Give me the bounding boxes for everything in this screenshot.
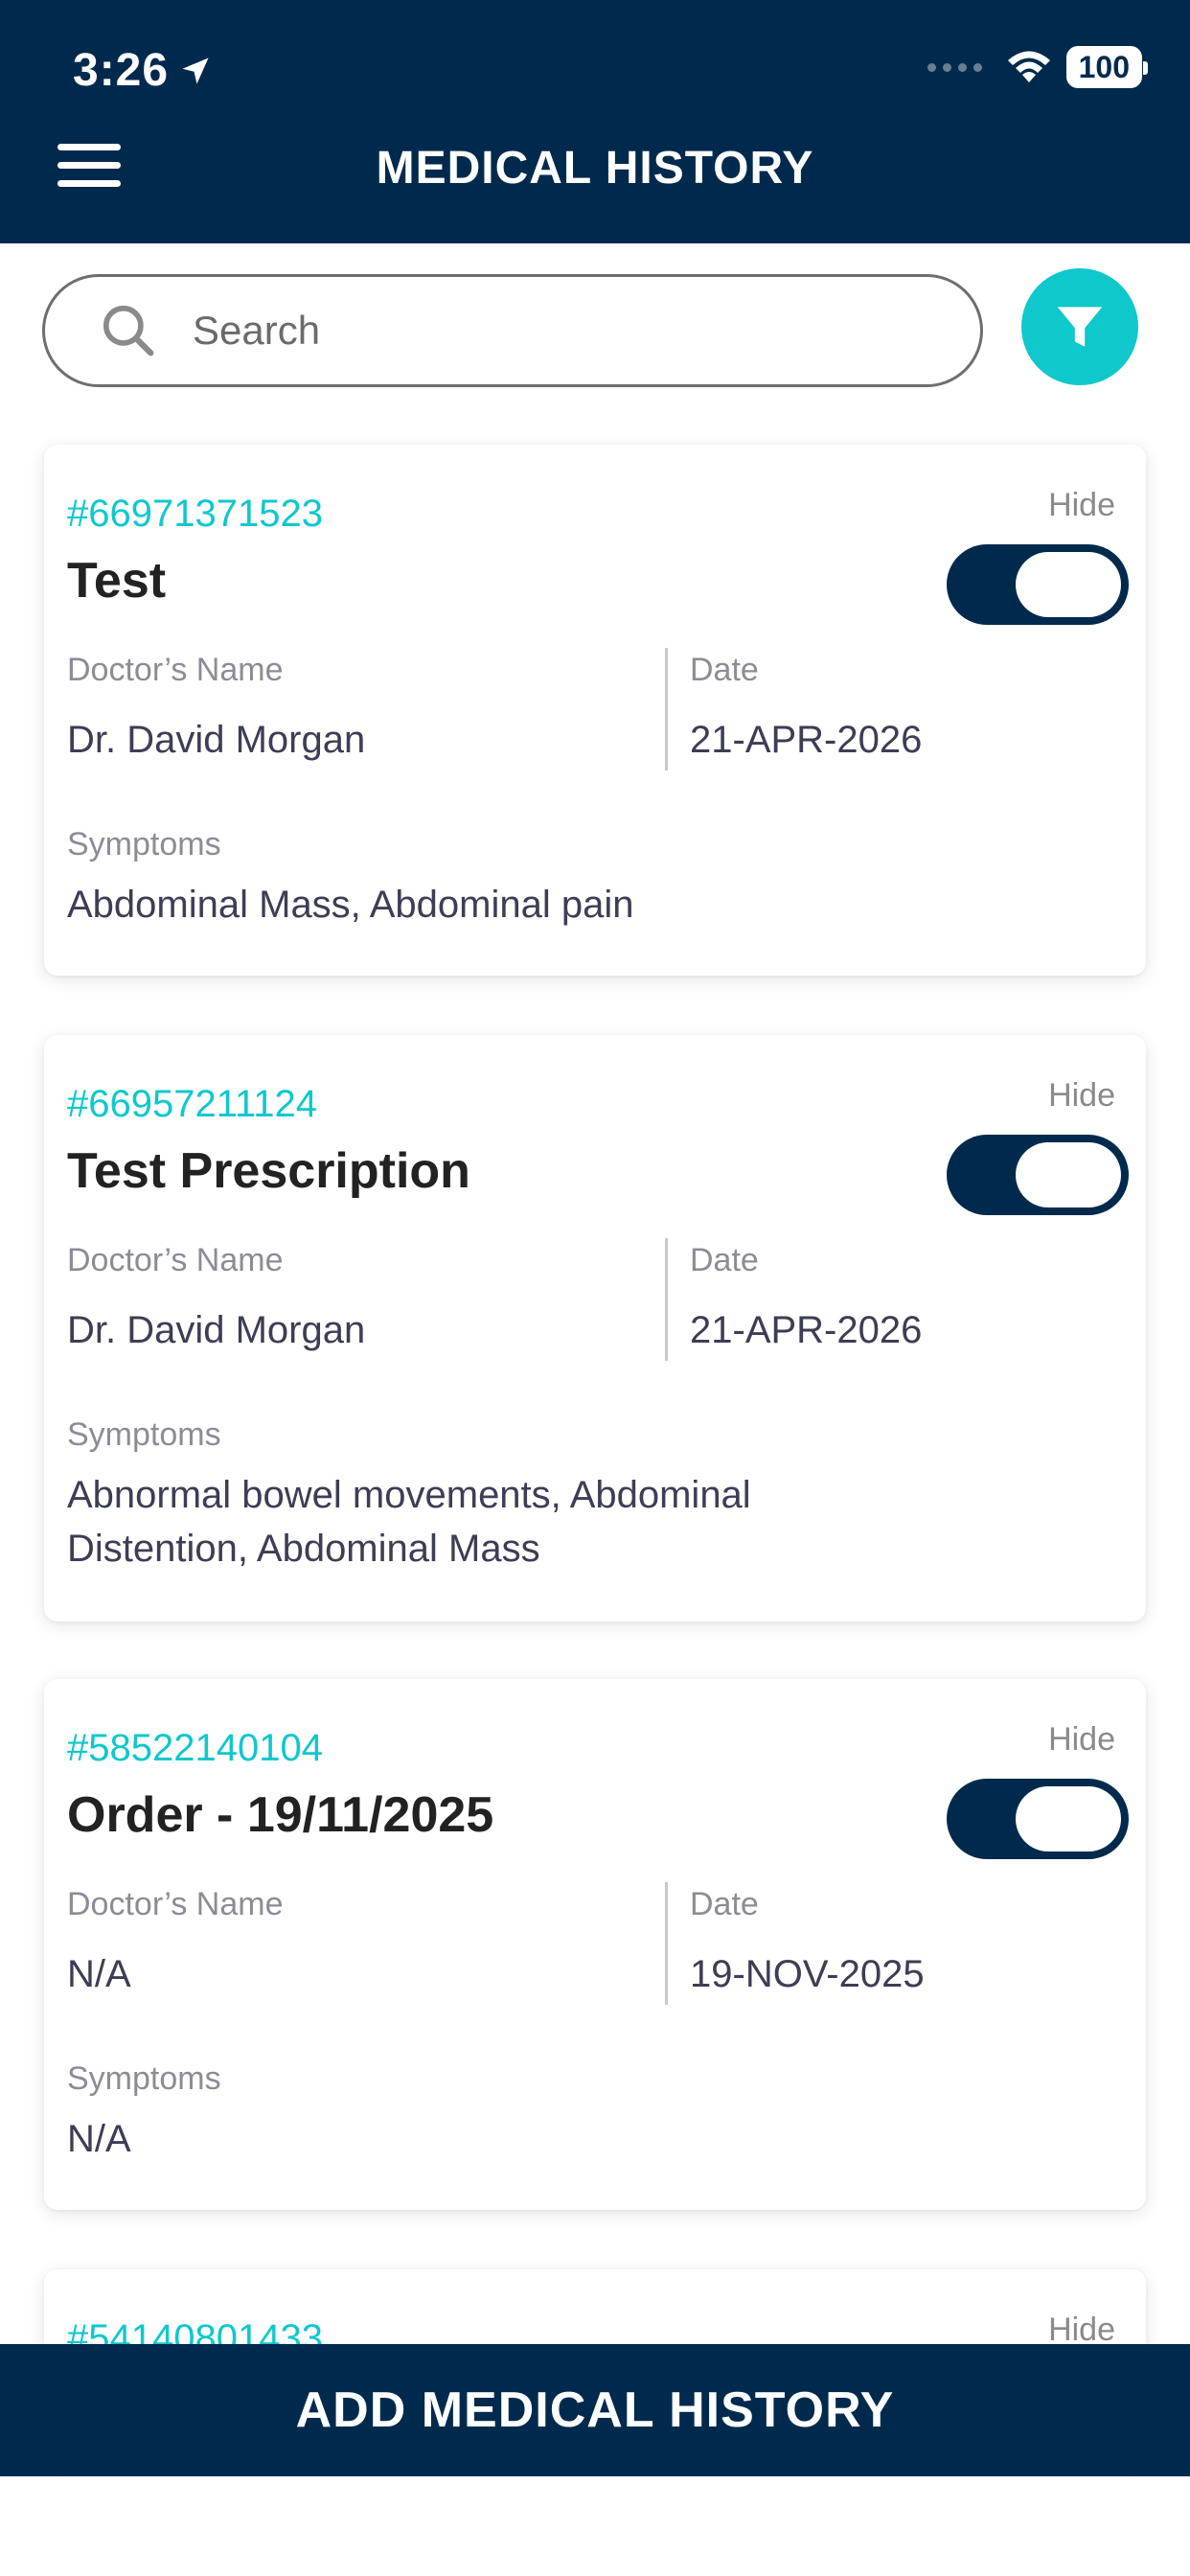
record-date: 21-APR-2026 [690,1309,923,1351]
doctor-name: N/A [67,1953,131,1995]
column-divider [665,1238,668,1361]
status-time-text: 3:26 [73,45,170,96]
date-label: Date [690,1242,759,1278]
add-medical-history-button[interactable]: ADD MEDICAL HISTORY [0,2344,1190,2476]
signal-dots-icon [927,62,982,72]
record-date: 21-APR-2026 [690,719,923,761]
doctor-label: Doctor’s Name [67,652,284,688]
hide-toggle[interactable] [947,544,1129,625]
app-header: 3:26 100 MEDICAL HISTORY [0,0,1190,243]
medical-record-card[interactable]: #58522140104 Order - 19/11/2025 Hide Doc… [44,1679,1146,2210]
status-indicators: 100 [927,46,1149,88]
record-id: #66971371523 [67,493,323,535]
search-bar[interactable] [42,274,983,387]
date-label: Date [690,652,759,688]
medical-record-card[interactable]: #66957211124 Test Prescription Hide Doct… [44,1035,1146,1622]
medical-record-card[interactable]: #66971371523 Test Hide Doctor’s Name Dr.… [44,445,1146,976]
battery-level: 100 [1078,50,1130,84]
symptoms-value: Abnormal bowel movements, Abdominal Dist… [67,1474,751,1570]
location-arrow-icon [182,58,209,83]
hide-label: Hide [1048,487,1115,523]
symptoms-value: Abdominal Mass, Abdominal pain [67,884,634,926]
toggle-knob [1016,1142,1121,1208]
doctor-name: Dr. David Morgan [67,719,366,761]
date-label: Date [690,1886,759,1922]
symptoms-label: Symptoms [67,826,221,862]
column-divider [665,1882,668,2005]
search-icon [103,305,154,356]
hide-toggle[interactable] [947,1135,1129,1215]
filter-icon [1057,307,1103,347]
symptoms-value: N/A [67,2118,131,2160]
wifi-icon [1007,51,1050,82]
record-title: Test [67,553,167,609]
toggle-knob [1016,552,1121,617]
record-date: 19-NOV-2025 [690,1953,925,1995]
record-title: Test Prescription [67,1143,470,1199]
record-title: Order - 19/11/2025 [67,1787,494,1843]
toggle-knob [1016,1786,1121,1852]
battery-icon: 100 [1065,46,1149,88]
hide-toggle[interactable] [947,1779,1129,1859]
filter-button[interactable] [1021,268,1138,385]
record-id: #58522140104 [67,1727,323,1769]
doctor-label: Doctor’s Name [67,1242,284,1278]
record-id: #66957211124 [67,1083,318,1125]
page-title: MEDICAL HISTORY [376,143,814,194]
hide-label: Hide [1048,1721,1115,1758]
symptoms-label: Symptoms [67,2060,221,2097]
doctor-name: Dr. David Morgan [67,1309,366,1351]
search-input[interactable] [193,308,940,354]
column-divider [665,648,668,770]
status-time: 3:26 [73,44,213,97]
doctor-label: Doctor’s Name [67,1886,284,1922]
hide-label: Hide [1048,1077,1115,1114]
symptoms-label: Symptoms [67,1416,221,1453]
